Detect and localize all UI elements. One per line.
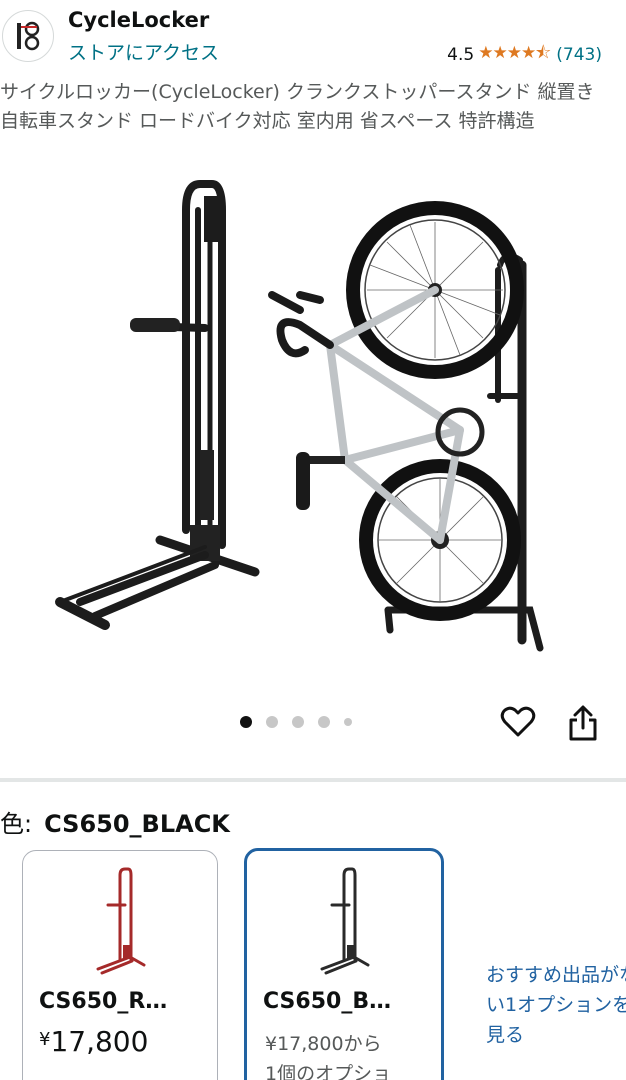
star-rating-icon: ★★★★⯪ xyxy=(478,43,551,63)
carousel-dot-2[interactable] xyxy=(266,716,278,728)
variant-price-from: ¥17,800から xyxy=(265,1033,382,1055)
price-currency-symbol: ¥ xyxy=(39,1029,51,1050)
variant-options-count: 1個のオプショ xyxy=(265,1063,392,1080)
brand-logo-icon xyxy=(17,21,40,51)
brand-logo[interactable] xyxy=(2,10,54,62)
carousel-dots xyxy=(240,716,352,728)
color-label: 色: xyxy=(0,810,33,838)
share-icon xyxy=(569,705,597,741)
rating-summary[interactable]: 4.5 ★★★★⯪ (743) xyxy=(447,40,602,69)
favorite-button[interactable] xyxy=(500,704,536,740)
variant-swatch-black[interactable]: CS650_B… ¥17,800から 1個のオプショ xyxy=(244,848,444,1080)
variant-swatch-red[interactable]: CS650_R… ¥17,800 xyxy=(22,850,218,1080)
share-button[interactable] xyxy=(566,704,600,742)
visit-store-link[interactable]: ストアにアクセス xyxy=(68,38,219,65)
carousel-dot-1[interactable] xyxy=(240,716,252,728)
rating-count-link[interactable]: (743) xyxy=(556,45,602,65)
variant-price: ¥17,800 xyxy=(39,1025,148,1058)
heart-icon xyxy=(500,706,536,737)
variant-price-value: 17,800 xyxy=(50,1025,149,1058)
variant-thumbnail xyxy=(320,867,370,975)
color-selection: 色: CS650_BLACK xyxy=(0,804,230,839)
product-title: サイクルロッカー(CycleLocker) クランクストッパースタンド 縦置き自… xyxy=(0,81,595,132)
product-image xyxy=(55,180,544,652)
selected-color-value: CS650_BLACK xyxy=(44,810,230,838)
variant-thumbnail xyxy=(96,867,146,975)
see-options-link[interactable]: おすすめ出品がない1オプションを見る xyxy=(486,960,626,1050)
brand-name[interactable]: CycleLocker xyxy=(68,8,209,32)
variant-name: CS650_B… xyxy=(263,989,392,1014)
brand-header: CycleLocker ストアにアクセス 4.5 ★★★★⯪ (743) xyxy=(0,0,626,72)
product-image-gallery[interactable] xyxy=(0,170,626,700)
carousel-dot-3[interactable] xyxy=(292,716,304,728)
carousel-dot-5[interactable] xyxy=(344,718,352,726)
rating-value: 4.5 xyxy=(447,44,475,65)
section-divider xyxy=(0,778,626,782)
carousel-dot-4[interactable] xyxy=(318,716,330,728)
variant-name: CS650_R… xyxy=(39,989,168,1014)
